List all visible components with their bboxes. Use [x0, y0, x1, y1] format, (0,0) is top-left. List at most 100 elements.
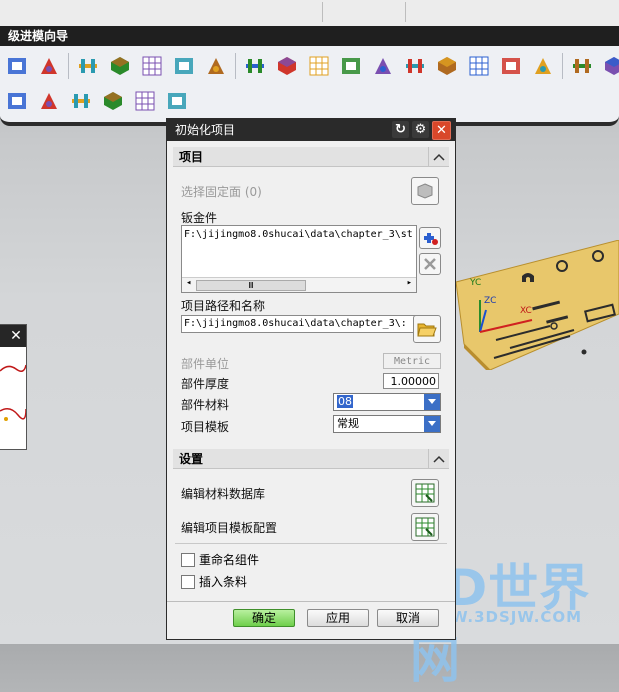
strip-divider [405, 2, 406, 22]
checkbox-box[interactable] [181, 552, 195, 567]
part-unit-label: 部件单位 [181, 357, 230, 371]
add-sheet-metal-button[interactable] [419, 227, 441, 249]
toolbar-title: 级进模向导 [0, 26, 619, 46]
strip-divider [322, 2, 323, 22]
chevron-up-icon[interactable] [428, 147, 449, 167]
notes-icon[interactable] [274, 52, 300, 80]
scroll-thumb[interactable]: Ⅲ [196, 280, 306, 291]
spreadsheet-icon [415, 517, 435, 537]
tool-icon[interactable] [530, 52, 556, 80]
stripes-icon[interactable] [498, 52, 524, 80]
toolbar-separator [562, 53, 563, 79]
divider [167, 601, 455, 602]
top-menu-strip [0, 0, 619, 27]
scroll-right-icon[interactable]: ▸ [407, 278, 412, 288]
part-material-label: 部件材料 [181, 398, 230, 412]
sheet-metal-path: F:\jijingmo8.0shucai\data\chapter_3\st [184, 229, 413, 240]
select-face-button[interactable] [411, 177, 439, 205]
die-base-icon[interactable] [203, 52, 229, 80]
reset-icon[interactable]: ↻ [392, 121, 409, 138]
part-thickness-input[interactable]: 1.00000 [383, 373, 439, 389]
ok-button[interactable]: 确定 [233, 609, 295, 627]
project-init-icon[interactable] [75, 52, 101, 80]
docked-panel: ✕ [0, 324, 27, 450]
view-icon[interactable] [4, 87, 30, 115]
plus-icon[interactable] [338, 52, 364, 80]
flow-icon[interactable] [68, 87, 94, 115]
axis-label-xc: XC [520, 306, 532, 316]
grid-icon[interactable] [569, 52, 595, 80]
group-title-settings: 设置 [179, 452, 204, 466]
part-material-value: 08 [337, 395, 353, 408]
document-icon[interactable] [36, 52, 62, 80]
rename-components-checkbox[interactable]: 重命名组件 [181, 551, 259, 568]
toolbar-separator [68, 53, 69, 79]
insert-strip-label: 插入条料 [199, 575, 248, 589]
group-header-project[interactable]: 项目 [173, 147, 449, 167]
remove-sheet-metal-button[interactable] [419, 253, 441, 275]
sheet-metal-part-view[interactable]: YC ZC XC [450, 239, 619, 374]
cancel-button[interactable]: 取消 [377, 609, 439, 627]
cube-icon [417, 183, 433, 199]
hammer-icon[interactable] [132, 87, 158, 115]
project-path-label: 项目路径和名称 [181, 299, 266, 313]
curve-preview-icon [0, 364, 26, 421]
project-template-label: 项目模板 [181, 420, 230, 434]
part-thickness-label: 部件厚度 [181, 377, 230, 391]
spreadsheet-icon [415, 483, 435, 503]
initialize-project-dialog: 初始化项目 ↻ ⚙ ✕ 项目 选择固定面 (0) 钣金件 F:\jijingmo… [166, 118, 456, 640]
toolbar-separator [235, 53, 236, 79]
horizontal-scrollbar[interactable]: ◂ Ⅲ ▸ [182, 277, 416, 292]
chevron-up-icon[interactable] [428, 449, 449, 469]
chevron-down-icon[interactable] [424, 416, 440, 432]
diagram-icon[interactable] [402, 52, 428, 80]
group-title-project: 项目 [179, 150, 204, 164]
browse-folder-button[interactable] [413, 315, 441, 343]
axis-label-zc: ZC [484, 296, 497, 306]
sm-tool-icon[interactable] [4, 52, 30, 80]
sheet-metal-label: 钣金件 [181, 211, 218, 225]
block-icon[interactable] [434, 52, 460, 80]
add-icon [424, 233, 438, 245]
nx-tool-icon[interactable] [164, 87, 190, 115]
project-path-input[interactable]: F:\jijingmo8.0shucai\data\chapter_3\: [181, 315, 417, 333]
axis-label-yc: YC [470, 278, 482, 288]
remove-x-icon [424, 258, 436, 270]
wizard-icon[interactable] [242, 52, 268, 80]
edit-material-db-button[interactable] [411, 479, 439, 507]
dialog-title-bar: 初始化项目 ↻ ⚙ ✕ [167, 119, 455, 141]
folder-open-icon [417, 323, 437, 337]
rename-components-label: 重命名组件 [199, 553, 260, 567]
frame-icon[interactable] [601, 52, 619, 80]
process-icon[interactable] [36, 87, 62, 115]
gear-icon[interactable]: ⚙ [412, 121, 429, 138]
close-icon[interactable]: ✕ [432, 121, 451, 140]
edit-template-config-button[interactable] [411, 513, 439, 541]
cavity-icon[interactable] [466, 52, 492, 80]
scroll-left-icon[interactable]: ◂ [186, 278, 191, 288]
insert-strip-checkbox[interactable]: 插入条料 [181, 573, 247, 590]
blank-icon[interactable] [171, 52, 197, 80]
select-fixed-face-label: 选择固定面 (0) [181, 185, 262, 199]
cube-icon[interactable] [370, 52, 396, 80]
strip-icon[interactable] [107, 52, 133, 80]
edit-template-config-label: 编辑项目模板配置 [181, 521, 278, 535]
group-header-settings[interactable]: 设置 [173, 449, 449, 469]
layout-icon[interactable] [139, 52, 165, 80]
part-unit-field: Metric [383, 353, 441, 369]
checkbox-box[interactable] [181, 574, 195, 589]
apply-button[interactable]: 应用 [307, 609, 369, 627]
project-template-select[interactable]: 常规 [333, 415, 441, 433]
dialog-title: 初始化项目 [175, 123, 236, 137]
edit-material-db-label: 编辑材料数据库 [181, 487, 266, 501]
toolbar-row-1 [4, 52, 619, 80]
sheet-metal-list[interactable]: F:\jijingmo8.0shucai\data\chapter_3\st ◂… [181, 225, 417, 293]
part-material-select[interactable]: 08 [333, 393, 441, 411]
close-icon[interactable]: ✕ [8, 328, 24, 344]
edit-icon[interactable] [100, 87, 126, 115]
project-template-value: 常规 [337, 417, 359, 430]
toolbar-row-2 [4, 87, 196, 115]
insert-icon[interactable] [306, 52, 332, 80]
chevron-down-icon[interactable] [424, 394, 440, 410]
progressive-die-wizard-toolbar: 级进模向导 [0, 26, 619, 126]
